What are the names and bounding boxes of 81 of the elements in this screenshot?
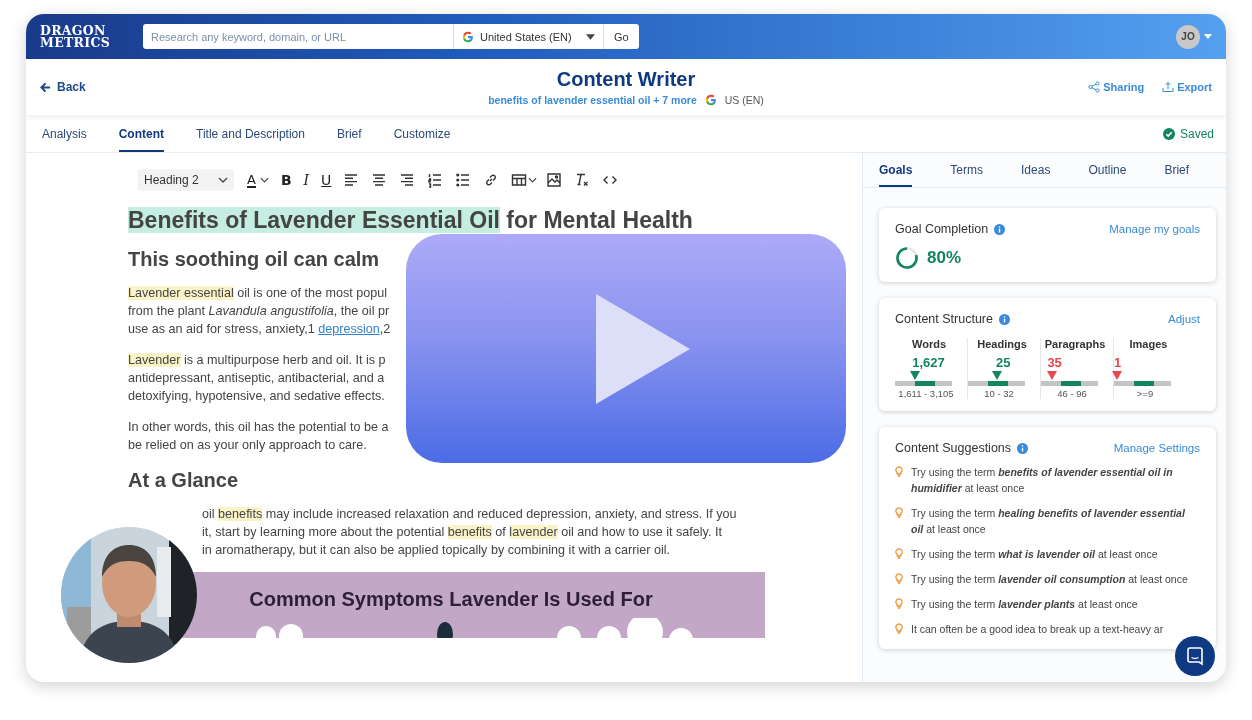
play-button[interactable] (406, 234, 846, 463)
metric-label: Paragraphs (1044, 338, 1106, 350)
metric-value: 1 (1114, 356, 1122, 370)
card-title: Content Structure (895, 312, 993, 326)
lightbulb-icon (895, 507, 903, 518)
chevron-down-icon (218, 177, 228, 183)
lightbulb-icon (895, 598, 903, 609)
tab[interactable]: Brief (1164, 153, 1190, 187)
link[interactable]: depression (318, 322, 380, 336)
google-icon (704, 94, 717, 106)
info-icon[interactable] (998, 313, 1010, 325)
card-title: Goal Completion (895, 222, 989, 236)
manage-settings-link[interactable]: Manage Settings (1113, 442, 1200, 454)
play-icon (596, 293, 690, 404)
tab[interactable]: Terms (950, 153, 984, 187)
adjust-link[interactable]: Adjust (1168, 313, 1200, 325)
card-title: Content Suggestions (895, 441, 1012, 455)
page-title: Content Writer (556, 68, 696, 91)
lightbulb-icon (895, 548, 903, 559)
tab[interactable]: Ideas (1021, 153, 1051, 187)
tab[interactable]: Analysis (42, 115, 87, 152)
suggestion-text: Try using the term lavender plants at least once (911, 597, 1138, 612)
upload-icon (1162, 81, 1175, 93)
progress-ring (895, 246, 919, 270)
paragraph: In other words, this oil has the potential to be a be relied on as your only approach to care. (128, 419, 390, 454)
google-icon (462, 30, 474, 43)
check-circle-icon (1162, 127, 1175, 140)
goal-percent: 80% (927, 248, 962, 268)
block-format-dropdown[interactable]: Heading 2 (138, 169, 234, 191)
chat-icon (1185, 646, 1205, 666)
tab[interactable]: Title and Description (196, 115, 305, 152)
metric-range: 1,611 - 3,105 (897, 388, 955, 399)
sharing-link[interactable]: Sharing (1088, 81, 1145, 93)
metric-range: >=9 (1135, 388, 1155, 399)
search-field[interactable]: Research any keyword, domain, or URL (143, 24, 453, 49)
share-icon (1088, 81, 1101, 93)
metric-range: 46 - 96 (1056, 388, 1088, 399)
caret-icon (586, 33, 595, 40)
caret-icon[interactable] (528, 177, 538, 183)
logo[interactable]: DRAGON METRICS (40, 24, 143, 49)
country-dropdown[interactable]: United States (EN) (453, 24, 603, 49)
section-heading: At a Glance (128, 468, 240, 493)
locale-label: US (EN) (724, 94, 764, 106)
tab[interactable]: Outline (1088, 153, 1127, 187)
metric-label: Headings (977, 338, 1027, 350)
suggestion-text: Try using the term what is lavender oil at least once (911, 547, 1158, 562)
back-link[interactable]: Back (40, 80, 340, 94)
suggestion-text: Try using the term healing benefits of lavender essential oil at least once (911, 506, 1186, 537)
go-button[interactable]: Go (603, 24, 639, 49)
arrow-left-icon (40, 81, 51, 93)
suggestion-text: Try using the term benefits of lavender essential oil in humidifier at least once (911, 465, 1174, 496)
suggestion-text: It can often be a good idea to break up a text-heavy ar (911, 622, 1164, 637)
chevron-down-icon (259, 177, 269, 183)
metric-label: Words (912, 338, 946, 350)
keywords-link[interactable]: benefits of lavender essential oil + 7 more (488, 94, 697, 106)
saved-status: Saved (1162, 126, 1214, 141)
underline-button[interactable]: U (318, 169, 335, 191)
lightbulb-icon (895, 573, 903, 584)
metric-value: 25 (996, 356, 1011, 370)
lightbulb-icon (895, 623, 903, 634)
manage-goals-link[interactable]: Manage my goals (1109, 223, 1200, 235)
tab[interactable]: Brief (336, 115, 362, 152)
avatar[interactable]: JO (1176, 24, 1200, 49)
suggestion-text: Try using the term lavender oil consumption at least once (911, 572, 1188, 587)
document-title: Benefits of Lavender Essential Oil for Mental Health (128, 206, 694, 235)
metric-value: 35 (1047, 356, 1062, 370)
text-color-button[interactable]: A (244, 169, 272, 191)
info-icon[interactable] (1017, 442, 1029, 454)
bold-button[interactable]: B (277, 169, 295, 191)
export-link[interactable]: Export (1162, 81, 1212, 93)
tab[interactable]: Customize (393, 115, 451, 152)
lightbulb-icon (895, 466, 903, 477)
metric-label: Images (1129, 338, 1168, 350)
metric-value: 1,627 (912, 356, 945, 370)
italic-button[interactable]: I (300, 169, 313, 191)
metric-range: 10 - 32 (983, 388, 1015, 399)
infographic-title: Common Symptoms Lavender Is Used For (249, 588, 653, 611)
info-icon[interactable] (994, 223, 1006, 235)
tab[interactable]: Content (118, 115, 164, 152)
tab[interactable]: Goals (879, 153, 913, 187)
section-heading: This soothing oil can calm (128, 247, 381, 272)
